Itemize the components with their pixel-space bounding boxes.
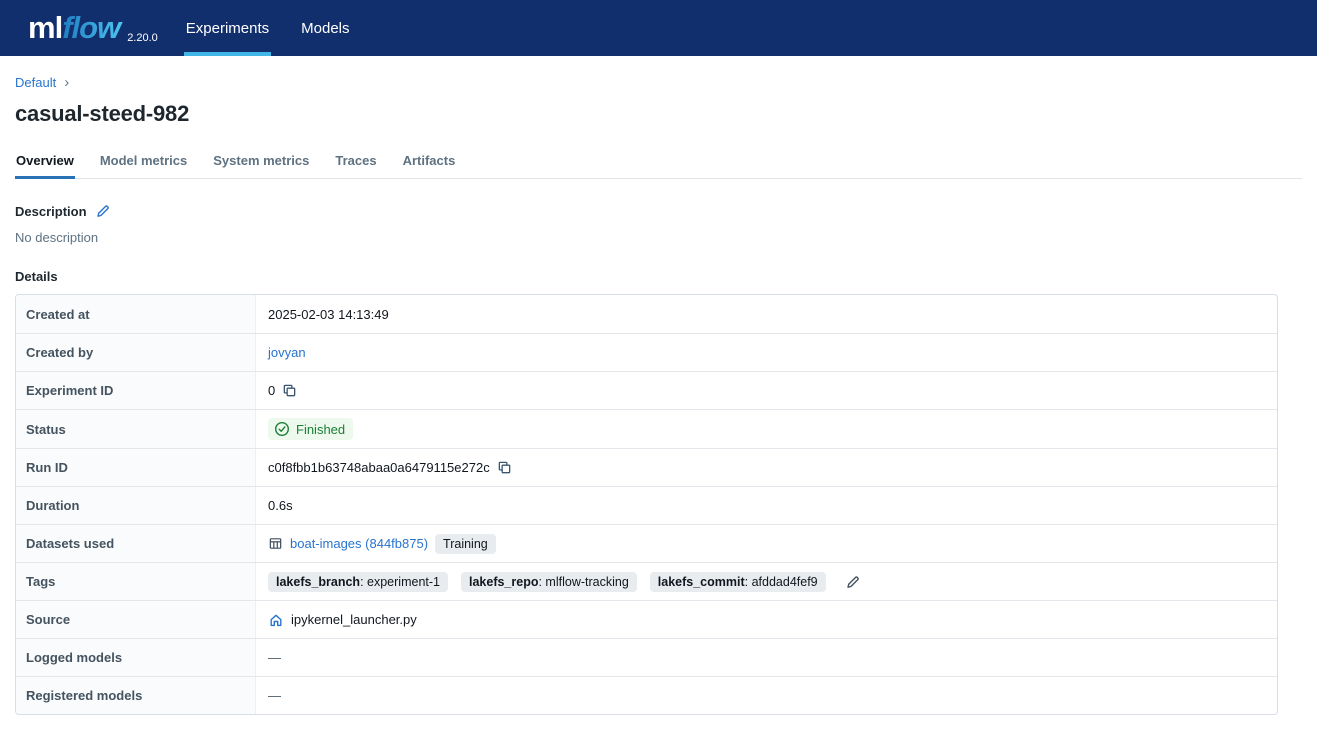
row-value: 0.6s [256, 487, 1277, 524]
run-title: casual-steed-982 [15, 101, 1302, 127]
row-value: lakefs_branch: experiment-1 lakefs_repo:… [256, 563, 1277, 600]
home-icon [268, 612, 284, 628]
row-label: Status [16, 410, 256, 448]
status-badge: Finished [268, 418, 353, 440]
tab-overview[interactable]: Overview [15, 149, 75, 178]
tab-traces[interactable]: Traces [334, 149, 377, 178]
logo-text-ml: ml [28, 10, 62, 46]
pencil-icon [95, 203, 111, 219]
copy-icon [282, 383, 297, 398]
mlflow-logo[interactable]: mlflow 2.20.0 [28, 0, 158, 56]
row-label: Created by [16, 334, 256, 371]
status-text: Finished [296, 422, 345, 437]
empty-value-dash: — [268, 650, 281, 665]
row-label: Source [16, 601, 256, 638]
row-value: 0 [256, 372, 1277, 409]
run-overview-page: Default › casual-steed-982 Overview Mode… [0, 56, 1317, 715]
details-section-heading: Details [15, 269, 1302, 284]
check-circle-icon [274, 421, 290, 437]
breadcrumb: Default › [15, 75, 1302, 90]
tab-system-metrics[interactable]: System metrics [212, 149, 310, 178]
duration-value: 0.6s [268, 498, 293, 513]
table-row-duration: Duration 0.6s [16, 486, 1277, 524]
row-label: Run ID [16, 449, 256, 486]
description-heading-label: Description [15, 204, 87, 219]
pencil-icon [845, 574, 861, 590]
row-label: Registered models [16, 677, 256, 714]
logo-text-flow: flow [62, 10, 123, 46]
run-tabs: Overview Model metrics System metrics Tr… [15, 149, 1302, 179]
table-row-created-at: Created at 2025-02-03 14:13:49 [16, 295, 1277, 333]
details-table: Created at 2025-02-03 14:13:49 Created b… [15, 294, 1278, 715]
experiment-id-value: 0 [268, 383, 275, 398]
table-row-datasets: Datasets used boat-images (844fb875) Tra… [16, 524, 1277, 562]
row-label: Experiment ID [16, 372, 256, 409]
breadcrumb-experiment-link[interactable]: Default [15, 75, 56, 90]
row-label: Tags [16, 563, 256, 600]
tag-pill: lakefs_commit: afddad4fef9 [650, 572, 826, 592]
row-label: Logged models [16, 639, 256, 676]
row-value: — [256, 677, 1277, 714]
tag-pill: lakefs_branch: experiment-1 [268, 572, 448, 592]
row-value: 2025-02-03 14:13:49 [256, 295, 1277, 333]
description-section-heading: Description [15, 203, 1302, 219]
description-empty-text: No description [15, 230, 1302, 245]
table-row-status: Status Finished [16, 409, 1277, 448]
tab-model-metrics[interactable]: Model metrics [99, 149, 188, 178]
row-label: Created at [16, 295, 256, 333]
main-nav: Experiments Models [184, 0, 380, 56]
nav-item-models[interactable]: Models [299, 0, 351, 56]
row-value: jovyan [256, 334, 1277, 371]
source-value: ipykernel_launcher.py [291, 612, 417, 627]
empty-value-dash: — [268, 688, 281, 703]
breadcrumb-chevron-icon: › [64, 75, 69, 90]
nav-item-label: Models [301, 20, 349, 37]
dataset-link[interactable]: boat-images (844fb875) [290, 536, 428, 551]
copy-experiment-id-button[interactable] [282, 383, 297, 398]
row-label: Datasets used [16, 525, 256, 562]
row-value: c0f8fbb1b63748abaa0a6479115e272c [256, 449, 1277, 486]
tab-artifacts[interactable]: Artifacts [402, 149, 457, 178]
edit-description-button[interactable] [95, 203, 111, 219]
row-value: — [256, 639, 1277, 676]
created-by-link[interactable]: jovyan [268, 345, 306, 360]
nav-item-label: Experiments [186, 20, 269, 37]
run-id-value: c0f8fbb1b63748abaa0a6479115e272c [268, 460, 490, 475]
edit-tags-button[interactable] [845, 574, 861, 590]
copy-run-id-button[interactable] [497, 460, 512, 475]
version-label: 2.20.0 [127, 32, 158, 44]
created-at-value: 2025-02-03 14:13:49 [268, 307, 389, 322]
row-label: Duration [16, 487, 256, 524]
row-value: ipykernel_launcher.py [256, 601, 1277, 638]
table-row-experiment-id: Experiment ID 0 [16, 371, 1277, 409]
dataset-context-tag: Training [435, 534, 496, 554]
nav-item-experiments[interactable]: Experiments [184, 0, 271, 56]
table-row-source: Source ipykernel_launcher.py [16, 600, 1277, 638]
table-row-run-id: Run ID c0f8fbb1b63748abaa0a6479115e272c [16, 448, 1277, 486]
details-heading-label: Details [15, 269, 58, 284]
top-navbar: mlflow 2.20.0 Experiments Models [0, 0, 1317, 56]
table-row-tags: Tags lakefs_branch: experiment-1 lakefs_… [16, 562, 1277, 600]
table-row-created-by: Created by jovyan [16, 333, 1277, 371]
copy-icon [497, 460, 512, 475]
dataset-table-icon [268, 536, 283, 551]
tag-pill: lakefs_repo: mlflow-tracking [461, 572, 637, 592]
table-row-logged-models: Logged models — [16, 638, 1277, 676]
row-value: Finished [256, 410, 1277, 448]
table-row-registered-models: Registered models — [16, 676, 1277, 714]
row-value: boat-images (844fb875) Training [256, 525, 1277, 562]
